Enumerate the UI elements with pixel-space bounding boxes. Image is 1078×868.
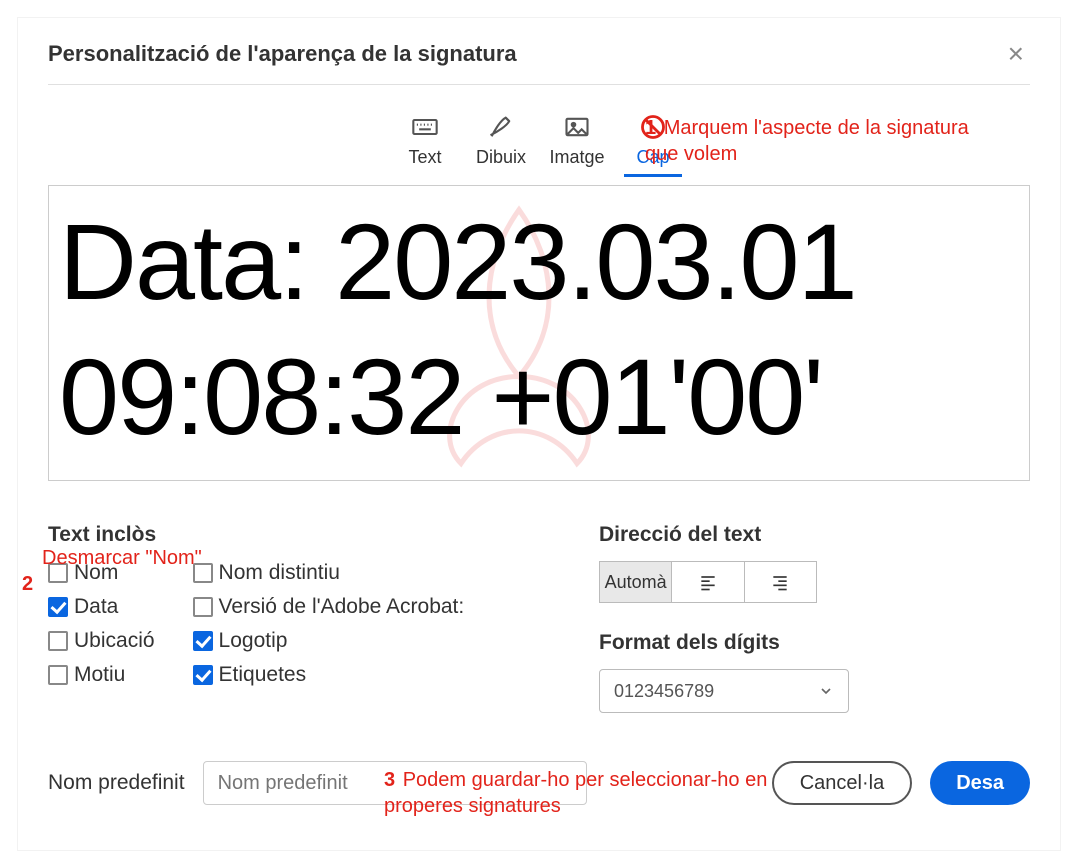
tab-none[interactable]: Cap [624,113,682,177]
keyboard-icon [411,113,439,141]
check-version-label: Versió de l'Adobe Acrobat: [219,595,465,619]
included-text-section: Text inclòs Nom Data Ubicació [48,523,479,713]
signature-preview: Data: 2023.03.01 09:08:32 +01'00' [48,185,1030,481]
checkbox-icon [48,665,68,685]
digit-format-select[interactable]: 0123456789 [599,669,849,713]
checkbox-icon [193,665,213,685]
align-right-icon [770,572,790,592]
close-icon[interactable]: × [1002,38,1030,70]
check-reason-label: Motiu [74,663,125,687]
text-dir-ltr-button[interactable] [672,562,744,602]
text-direction-toggle: Automà [599,561,817,603]
save-button[interactable]: Desa [930,761,1030,805]
check-dn[interactable]: Nom distintiu [193,561,465,585]
check-date-label: Data [74,595,118,619]
cancel-button[interactable]: Cancel·la [772,761,912,805]
included-text-heading: Text inclòs [48,523,479,547]
tab-text[interactable]: Text [396,113,454,177]
pen-icon [487,113,515,141]
align-left-icon [698,572,718,592]
preview-line1: Data: 2023.03.01 [59,194,1019,329]
text-dir-auto-label: Automà [605,572,667,593]
dialog-title: Personalització de l'aparença de la sign… [48,41,517,67]
tab-draw-label: Dibuix [476,147,526,168]
tab-draw[interactable]: Dibuix [472,113,530,177]
tab-image-label: Imatge [549,147,604,168]
options-row: Text inclòs Nom Data Ubicació [48,523,1030,713]
signature-appearance-dialog: Personalització de l'aparença de la sign… [18,18,1060,850]
check-labels[interactable]: Etiquetes [193,663,465,687]
checkbox-icon [48,563,68,583]
tab-none-label: Cap [636,147,669,168]
text-direction-heading: Direcció del text [599,523,1030,547]
image-icon [563,113,591,141]
check-logo-label: Logotip [219,629,288,653]
digit-format-heading: Format dels dígits [599,631,1030,655]
digit-format-value: 0123456789 [614,681,714,702]
check-location-label: Ubicació [74,629,155,653]
checkbox-icon [48,597,68,617]
check-date[interactable]: Data [48,595,155,619]
checkbox-icon [48,631,68,651]
check-version[interactable]: Versió de l'Adobe Acrobat: [193,595,465,619]
chevron-down-icon [818,683,834,699]
checkbox-icon [193,631,213,651]
check-labels-label: Etiquetes [219,663,307,687]
title-bar: Personalització de l'aparença de la sign… [48,38,1030,85]
preview-line2: 09:08:32 +01'00' [59,329,1019,464]
preset-name-input[interactable] [203,761,587,805]
text-direction-section: Direcció del text Automà Format dels díg… [599,523,1030,713]
text-dir-auto-button[interactable]: Automà [600,562,672,602]
check-name-label: Nom [74,561,118,585]
cancel-button-label: Cancel·la [800,772,884,795]
text-dir-rtl-button[interactable] [745,562,816,602]
dialog-footer: Nom predefinit Cancel·la Desa [48,761,1030,805]
check-logo[interactable]: Logotip [193,629,465,653]
checkbox-icon [193,563,213,583]
none-icon [639,113,667,141]
preset-name-label: Nom predefinit [48,771,185,795]
check-reason[interactable]: Motiu [48,663,155,687]
check-name[interactable]: Nom [48,561,155,585]
check-dn-label: Nom distintiu [219,561,340,585]
tab-text-label: Text [408,147,441,168]
check-location[interactable]: Ubicació [48,629,155,653]
checkbox-icon [193,597,213,617]
tab-image[interactable]: Imatge [548,113,606,177]
appearance-tabs: Text Dibuix Imatge Cap [48,113,1030,177]
save-button-label: Desa [956,772,1004,795]
